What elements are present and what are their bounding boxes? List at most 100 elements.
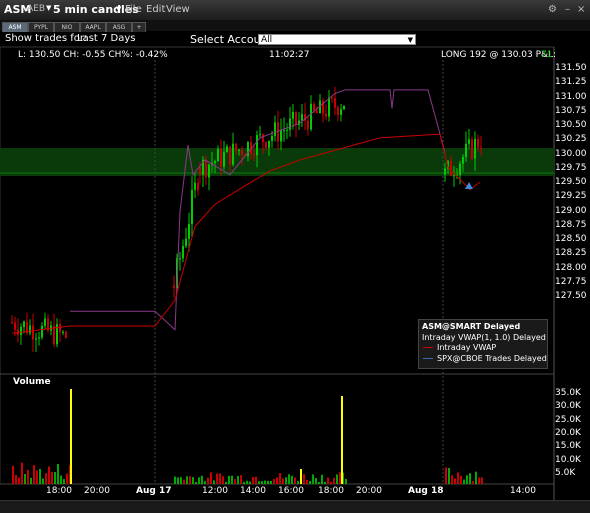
y-tick-label: 127.75 [555, 276, 587, 287]
volume-tick-label: 10.0K [555, 454, 581, 465]
volume-bar [249, 481, 251, 484]
volume-tick-label: 30.0K [555, 401, 581, 412]
volume-bar [303, 474, 305, 484]
price-candle-body [313, 103, 315, 111]
price-candle-body [268, 140, 270, 148]
y-tick-label: 131.00 [555, 91, 587, 102]
price-candle-body [205, 159, 207, 178]
x-tick-label: Aug 17 [136, 486, 172, 496]
price-candle-body [477, 139, 479, 148]
volume-bar [18, 477, 20, 484]
x-tick-label: 18:00 [318, 486, 344, 496]
price-candle-body [307, 120, 309, 130]
volume-bar [198, 477, 200, 484]
volume-bar [463, 479, 465, 484]
y-tick-label: 128.50 [555, 234, 587, 244]
y-tick-label: 127.50 [555, 291, 587, 301]
price-candle-body [274, 122, 276, 136]
price-candle-body [310, 103, 312, 130]
price-candle-body [289, 118, 291, 130]
volume-bar [57, 464, 59, 484]
y-tick-label: 130.75 [555, 105, 587, 116]
price-candle-body [328, 97, 330, 117]
volume-bar [189, 476, 191, 484]
y-tick-label: 129.00 [555, 205, 587, 216]
volume-bar [294, 477, 296, 484]
volume-bar [282, 478, 284, 484]
volume-bar [66, 473, 68, 484]
chart-legend[interactable]: ASM@SMART Delayed Intraday VWAP(1, 1.0) … [418, 319, 548, 369]
volume-bar [300, 469, 302, 484]
x-tick-label: 14:00 [240, 486, 266, 496]
x-tick-label: 20:00 [84, 486, 110, 496]
volume-title: Volume [13, 377, 51, 387]
volume-bar [201, 475, 203, 484]
y-tick-label: 130.25 [555, 134, 587, 145]
y-tick-label: 128.25 [555, 248, 587, 259]
volume-bar [472, 480, 474, 484]
volume-bar [48, 466, 50, 484]
price-candle-body [256, 135, 258, 156]
volume-bar [60, 475, 62, 484]
price-candle-body [197, 182, 199, 191]
price-candle-body [62, 331, 64, 333]
bottom-scroll-strip[interactable] [0, 500, 590, 513]
price-candle-body [173, 285, 175, 289]
price-candle-body [38, 337, 40, 339]
volume-bar [336, 474, 338, 484]
price-candle-body [208, 164, 210, 178]
price-candle-body [480, 147, 482, 149]
volume-bar [210, 472, 212, 484]
volume-bar [288, 474, 290, 484]
price-candle-body [179, 258, 181, 260]
price-candle-body [65, 331, 67, 338]
volume-bar [448, 467, 450, 484]
price-candle-body [331, 97, 333, 99]
volume-bar [321, 474, 323, 484]
volume-bar [54, 472, 56, 484]
y-tick-label: 130.50 [555, 120, 587, 130]
volume-bar [63, 479, 65, 484]
price-candle-body [226, 146, 228, 153]
volume-bar [213, 480, 215, 484]
price-candle-body [450, 161, 452, 176]
price-candle-body [229, 146, 231, 165]
price-candle-body [11, 322, 13, 324]
volume-bar [276, 477, 278, 484]
price-candle-body [238, 149, 240, 151]
price-candle-body [465, 143, 467, 157]
legend-vwap: Intraday VWAP [437, 343, 497, 352]
price-candle-body [462, 156, 464, 164]
price-candle-body [301, 114, 303, 121]
volume-bar [174, 476, 176, 484]
price-candle-body [459, 163, 461, 175]
price-candle-body [59, 324, 61, 333]
volume-bar [70, 389, 72, 484]
volume-bar [33, 465, 35, 484]
volume-bar [309, 480, 311, 484]
price-candle-body [453, 175, 455, 177]
chart-canvas[interactable] [0, 0, 590, 512]
volume-bar [345, 478, 347, 484]
price-candle-body [241, 149, 243, 156]
volume-bar [445, 467, 447, 484]
volume-bar [228, 475, 230, 484]
legend-vwap-header: Intraday VWAP(1, 1.0) Delayed [422, 333, 546, 342]
volume-bar [195, 481, 197, 484]
volume-bar [180, 477, 182, 484]
volume-bar [207, 477, 209, 484]
volume-bar [234, 479, 236, 484]
y-tick-label: 131.25 [555, 77, 587, 88]
volume-bar [279, 473, 281, 484]
volume-bar [318, 481, 320, 484]
price-candle-body [232, 143, 234, 165]
volume-bar [481, 477, 483, 484]
price-candle-body [444, 168, 446, 175]
volume-bar [315, 478, 317, 484]
price-candle-body [334, 98, 336, 108]
volume-bar [219, 473, 221, 484]
price-candle-body [471, 139, 473, 159]
legend-spx: SPX@CBOE Trades Delayed [437, 354, 547, 363]
volume-bar [216, 473, 218, 484]
volume-bar [183, 479, 185, 484]
